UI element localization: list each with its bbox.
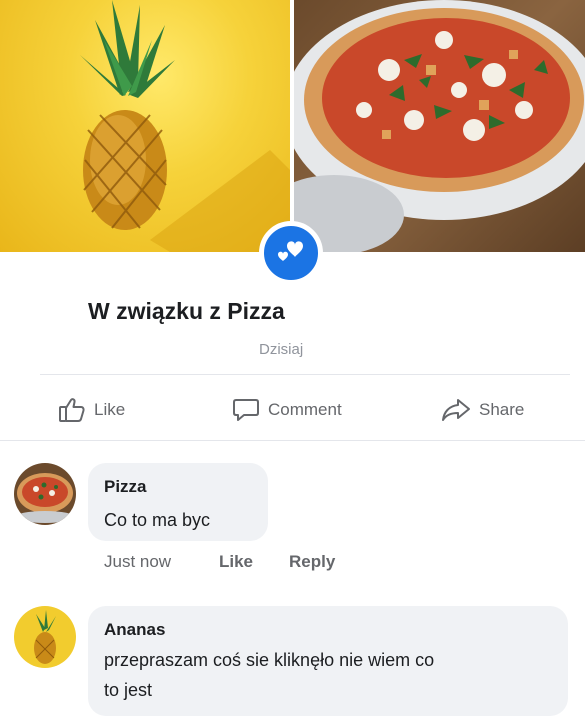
share-button-label: Share <box>479 400 525 419</box>
thumbs-up-icon <box>58 397 86 423</box>
comment-icon <box>232 397 260 423</box>
pineapple-photo[interactable] <box>0 0 290 252</box>
commenter-name-pizza[interactable]: Pizza <box>104 477 147 497</box>
comment-button-label: Comment <box>268 400 342 419</box>
avatar-pizza[interactable] <box>14 463 76 525</box>
comment-time[interactable]: Just now <box>104 552 171 572</box>
comment-reply-link[interactable]: Reply <box>289 552 335 572</box>
relationship-status-title: W związku z Pizza <box>88 298 285 324</box>
divider-bottom <box>0 440 585 441</box>
like-button-label: Like <box>94 400 126 419</box>
avatar-ananas[interactable] <box>14 606 76 668</box>
share-button[interactable]: Share <box>441 397 524 423</box>
comment-text-ananas-line2: to jest <box>104 680 153 700</box>
comment-text-pizza: Co to ma byc <box>104 510 211 530</box>
pizza-photo[interactable] <box>294 0 585 252</box>
like-button[interactable]: Like <box>58 397 125 423</box>
hearts-icon <box>259 221 323 285</box>
post-date[interactable]: Dzisiaj <box>259 341 303 358</box>
divider-top <box>40 374 570 375</box>
comment-button[interactable]: Comment <box>232 397 342 423</box>
comment-like-link[interactable]: Like <box>219 552 253 572</box>
relationship-cover <box>0 0 585 285</box>
comment-text-ananas-line1: przepraszam coś sie kliknęło nie wiem co <box>104 650 435 670</box>
share-icon <box>441 397 471 423</box>
commenter-name-ananas[interactable]: Ananas <box>104 620 165 640</box>
